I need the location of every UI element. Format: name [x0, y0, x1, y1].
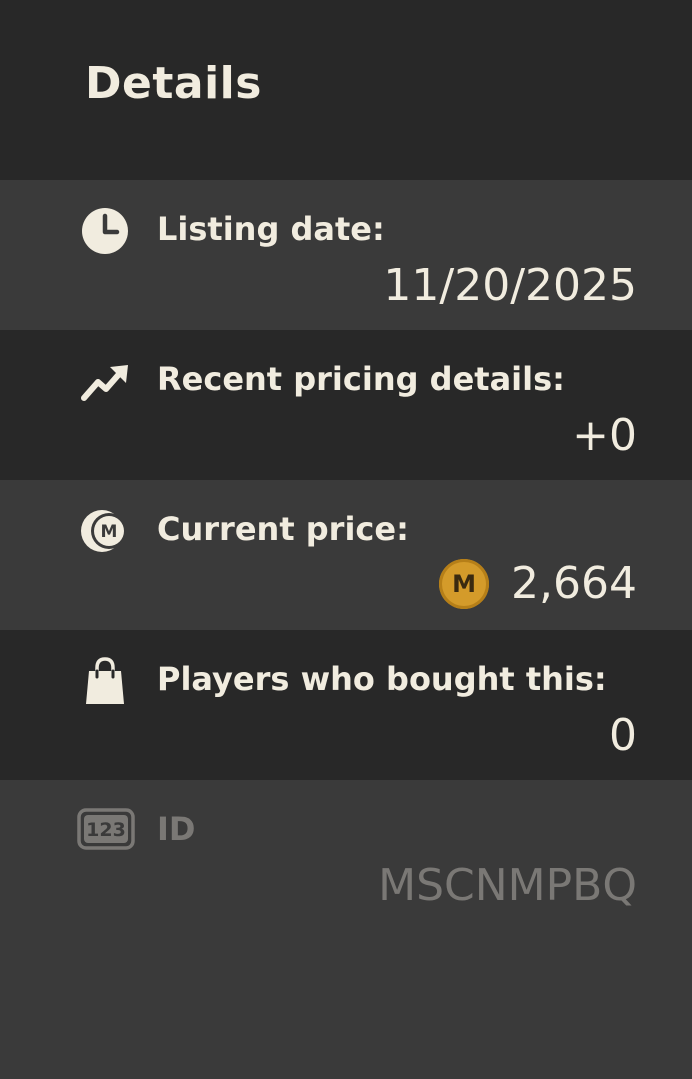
id-label: ID [157, 810, 196, 848]
trending-up-icon [81, 365, 128, 401]
players-bought-value: 0 [609, 710, 637, 761]
listing-date-label: Listing date: [157, 210, 385, 248]
recent-pricing-value: +0 [572, 410, 637, 461]
players-bought-label: Players who bought this: [157, 660, 607, 698]
detail-row-recent-pricing: Recent pricing details: +0 [0, 330, 692, 480]
shopping-bag-icon [86, 657, 124, 704]
recent-pricing-label: Recent pricing details: [157, 360, 565, 398]
page-title: Details [85, 58, 262, 109]
current-price-display: M 2,664 [439, 558, 637, 609]
detail-row-current-price: M Current price: M 2,664 [0, 480, 692, 630]
detail-row-id: 123 ID MSCNMPBQ [0, 780, 692, 930]
details-header: Details [0, 0, 692, 180]
detail-row-listing-date: Listing date: 11/20/2025 [0, 180, 692, 330]
details-panel: Details Listing date: 11/20/2025 Recent … [0, 0, 692, 1079]
current-price-value: 2,664 [511, 558, 637, 609]
numbers-icon-text: 123 [86, 819, 126, 841]
listing-date-value: 11/20/2025 [383, 260, 637, 311]
currency-icon: M [81, 510, 127, 552]
current-price-label: Current price: [157, 510, 409, 548]
bottom-area [0, 930, 692, 1079]
numbers-123-icon: 123 [77, 808, 135, 850]
clock-icon [82, 208, 128, 254]
svg-text:M: M [101, 522, 118, 542]
id-value: MSCNMPBQ [378, 860, 637, 911]
detail-row-players-bought: Players who bought this: 0 [0, 630, 692, 780]
coin-icon: M [439, 558, 490, 609]
